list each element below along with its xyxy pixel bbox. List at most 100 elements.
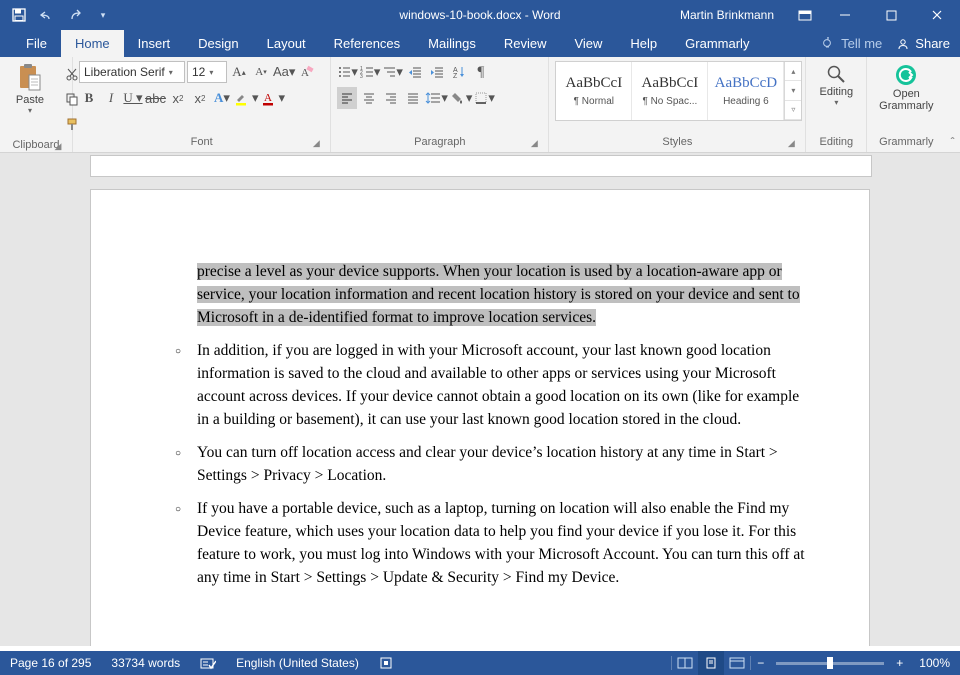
font-name-combo[interactable]: Liberation Serif▾ bbox=[79, 61, 185, 83]
tab-grammarly[interactable]: Grammarly bbox=[671, 30, 763, 57]
align-right-button[interactable] bbox=[381, 87, 401, 109]
styles-dialog-launcher[interactable]: ◢ bbox=[785, 137, 797, 149]
decrease-indent-button[interactable] bbox=[405, 61, 425, 83]
sort-button[interactable]: AZ bbox=[449, 61, 469, 83]
zoom-thumb[interactable] bbox=[827, 657, 833, 669]
text-effects-button[interactable]: A▾ bbox=[212, 87, 232, 109]
align-center-button[interactable] bbox=[359, 87, 379, 109]
group-font: Liberation Serif▾ 12▾ A▴ A▾ Aa▾ A B I U … bbox=[73, 57, 331, 152]
list-item[interactable]: In addition, if you are logged in with y… bbox=[149, 339, 809, 431]
style-no-spacing[interactable]: AaBbCcI¶ No Spac... bbox=[632, 62, 708, 120]
redo-button[interactable] bbox=[62, 2, 88, 28]
grammarly-label: Open Grammarly bbox=[877, 88, 935, 112]
minimize-button[interactable] bbox=[822, 0, 868, 30]
tab-insert[interactable]: Insert bbox=[124, 30, 185, 57]
subscript-button[interactable]: x2 bbox=[168, 87, 188, 109]
group-grammarly: Open Grammarly Grammarly bbox=[867, 57, 945, 152]
borders-button[interactable]: ▾ bbox=[474, 87, 495, 109]
share-button[interactable]: Share bbox=[896, 36, 950, 51]
save-button[interactable] bbox=[6, 2, 32, 28]
font-group-label: Font bbox=[191, 136, 213, 148]
increase-indent-button[interactable] bbox=[427, 61, 447, 83]
page[interactable]: precise a level as your device supports.… bbox=[90, 189, 870, 646]
group-editing: Editing ▾ Editing bbox=[806, 57, 867, 152]
tab-design[interactable]: Design bbox=[184, 30, 252, 57]
font-dialog-launcher[interactable]: ◢ bbox=[310, 137, 322, 149]
bullets-button[interactable]: ▾ bbox=[337, 61, 358, 83]
user-name[interactable]: Martin Brinkmann bbox=[666, 8, 788, 22]
style-normal[interactable]: AaBbCcI¶ Normal bbox=[556, 62, 632, 120]
show-marks-button[interactable]: ¶ bbox=[471, 61, 491, 83]
change-case-button[interactable]: Aa▾ bbox=[273, 61, 295, 83]
styles-gallery[interactable]: AaBbCcI¶ Normal AaBbCcI¶ No Spac... AaBb… bbox=[555, 61, 802, 121]
open-grammarly-button[interactable]: Open Grammarly bbox=[873, 61, 939, 114]
strikethrough-button[interactable]: abc bbox=[145, 87, 166, 109]
zoom-out-button[interactable]: − bbox=[751, 656, 770, 670]
tab-file[interactable]: File bbox=[12, 30, 61, 57]
group-clipboard: Paste ▾ Clipboard◢ bbox=[0, 57, 73, 152]
clipboard-dialog-launcher[interactable]: ◢ bbox=[52, 140, 64, 152]
tell-me-search[interactable]: Tell me bbox=[821, 36, 882, 51]
word-count[interactable]: 33734 words bbox=[101, 651, 190, 675]
zoom-in-button[interactable]: + bbox=[890, 656, 909, 670]
paste-label: Paste bbox=[16, 94, 44, 106]
font-size-combo[interactable]: 12▾ bbox=[187, 61, 227, 83]
superscript-button[interactable]: x2 bbox=[190, 87, 210, 109]
selected-text[interactable]: precise a level as your device supports.… bbox=[197, 263, 800, 326]
paragraph-dialog-launcher[interactable]: ◢ bbox=[528, 137, 540, 149]
zoom-slider[interactable] bbox=[776, 662, 884, 665]
close-button[interactable] bbox=[914, 0, 960, 30]
document-title: windows-10-book.docx - Word bbox=[399, 8, 560, 22]
italic-button[interactable]: I bbox=[101, 87, 121, 109]
underline-button[interactable]: U ▾ bbox=[123, 87, 143, 109]
previous-page-edge bbox=[90, 155, 872, 177]
maximize-button[interactable] bbox=[868, 0, 914, 30]
macro-status[interactable] bbox=[369, 651, 403, 675]
paste-button[interactable]: Paste ▾ bbox=[6, 61, 54, 117]
page-indicator[interactable]: Page 16 of 295 bbox=[0, 651, 101, 675]
quick-access-toolbar: ▾ bbox=[0, 2, 116, 28]
zoom-level[interactable]: 100% bbox=[909, 656, 960, 670]
shrink-font-button[interactable]: A▾ bbox=[251, 61, 271, 83]
ribbon-display-options[interactable] bbox=[788, 0, 822, 30]
grow-font-button[interactable]: A▴ bbox=[229, 61, 249, 83]
multilevel-list-button[interactable]: ▾ bbox=[382, 61, 403, 83]
tab-references[interactable]: References bbox=[320, 30, 414, 57]
ribbon: Paste ▾ Clipboard◢ Liberation Serif▾ 12▾… bbox=[0, 57, 960, 153]
style-heading-6[interactable]: AaBbCcDHeading 6 bbox=[708, 62, 784, 120]
tab-layout[interactable]: Layout bbox=[253, 30, 320, 57]
tell-me-label: Tell me bbox=[841, 36, 882, 51]
collapse-ribbon-button[interactable]: ˆ bbox=[945, 57, 960, 152]
print-layout-button[interactable] bbox=[698, 651, 724, 675]
svg-text:A: A bbox=[264, 92, 272, 104]
qat-customize[interactable]: ▾ bbox=[90, 2, 116, 28]
document-body[interactable]: precise a level as your device supports.… bbox=[149, 260, 809, 589]
language-indicator[interactable]: English (United States) bbox=[226, 651, 369, 675]
web-layout-button[interactable] bbox=[724, 651, 750, 675]
numbering-button[interactable]: 123▾ bbox=[360, 61, 381, 83]
svg-text:3: 3 bbox=[360, 74, 363, 79]
bold-button[interactable]: B bbox=[79, 87, 99, 109]
read-mode-button[interactable] bbox=[672, 651, 698, 675]
tab-mailings[interactable]: Mailings bbox=[414, 30, 490, 57]
spell-check-status[interactable] bbox=[190, 651, 226, 675]
font-color-button[interactable]: A▾ bbox=[261, 87, 286, 109]
justify-button[interactable] bbox=[403, 87, 423, 109]
tab-home[interactable]: Home bbox=[61, 30, 124, 57]
styles-scroll[interactable]: ▴▾▿ bbox=[784, 62, 801, 120]
line-spacing-button[interactable]: ▾ bbox=[425, 87, 448, 109]
highlight-button[interactable]: ▾ bbox=[234, 87, 259, 109]
tab-review[interactable]: Review bbox=[490, 30, 561, 57]
shading-button[interactable]: ▾ bbox=[450, 87, 473, 109]
tab-help[interactable]: Help bbox=[616, 30, 671, 57]
align-left-button[interactable] bbox=[337, 87, 357, 109]
group-styles: AaBbCcI¶ Normal AaBbCcI¶ No Spac... AaBb… bbox=[549, 57, 806, 152]
document-area[interactable]: precise a level as your device supports.… bbox=[0, 153, 960, 646]
list-item[interactable]: If you have a portable device, such as a… bbox=[149, 497, 809, 589]
group-paragraph: ▾ 123▾ ▾ AZ ¶ ▾ ▾ ▾ Paragraph◢ bbox=[331, 57, 549, 152]
undo-button[interactable] bbox=[34, 2, 60, 28]
list-item[interactable]: You can turn off location access and cle… bbox=[149, 441, 809, 487]
editing-button[interactable]: Editing ▾ bbox=[812, 61, 860, 109]
tab-view[interactable]: View bbox=[560, 30, 616, 57]
clear-formatting-button[interactable]: A bbox=[297, 61, 317, 83]
